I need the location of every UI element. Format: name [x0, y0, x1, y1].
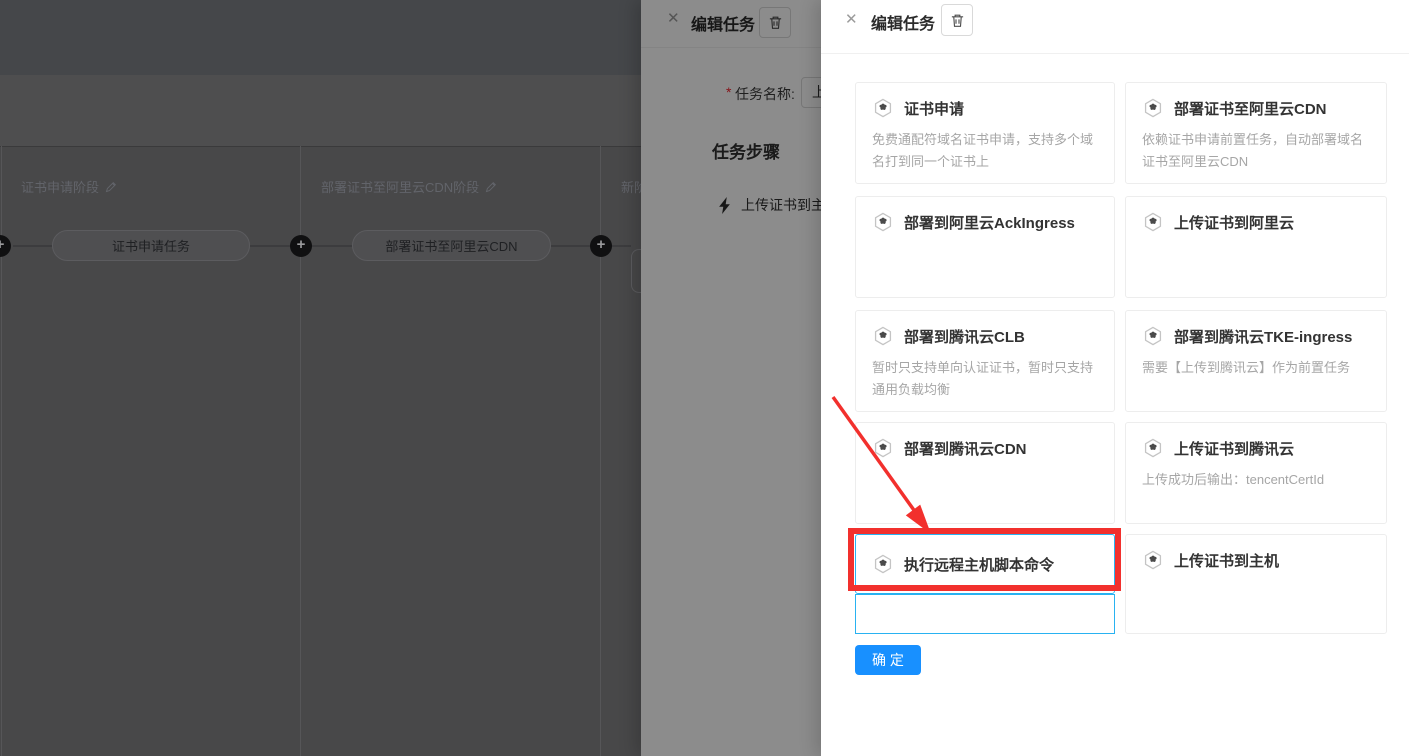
- edit-task-drawer-front: ✕ 编辑任务 证书申请 免费通配符域名证书申请，支持多个域名打到同一个证书上 部…: [821, 0, 1409, 756]
- plugin-card-title: 部署证书至阿里云CDN: [1174, 98, 1327, 119]
- stage-title-3: 新阶段: [621, 177, 641, 196]
- stage-title-text: 部署证书至阿里云CDN阶段: [321, 177, 479, 196]
- plugin-card-title: 上传证书到腾讯云: [1174, 438, 1294, 459]
- plugin-card-title: 证书申请: [904, 98, 964, 119]
- plugin-card-desc: 依赖证书申请前置任务，自动部署域名证书至阿里云CDN: [1142, 129, 1370, 173]
- plugin-card-desc: 暂时只支持单向认证证书，暂时只支持通用负载均衡: [872, 357, 1098, 401]
- plugin-icon: [1142, 437, 1164, 459]
- plugin-card-upload-tencent[interactable]: 上传证书到腾讯云 上传成功后输出：tencentCertId: [1125, 422, 1387, 524]
- task-pill-cert-apply[interactable]: 证书申请任务: [52, 230, 250, 261]
- add-stage-button[interactable]: +: [290, 235, 312, 257]
- plugin-card-desc: 免费通配符域名证书申请，支持多个域名打到同一个证书上: [872, 129, 1098, 173]
- stage-title-1: 证书申请阶段: [21, 177, 117, 196]
- trash-icon: [950, 13, 965, 28]
- plugin-icon: [872, 97, 894, 119]
- plugin-card-title: 上传证书到主机: [1174, 550, 1279, 571]
- plugin-card-title: 部署到腾讯云TKE-ingress: [1174, 326, 1352, 347]
- plugin-card-ack-ingress[interactable]: 部署到阿里云AckIngress: [855, 196, 1115, 298]
- plugin-card-cert-apply[interactable]: 证书申请 免费通配符域名证书申请，支持多个域名打到同一个证书上: [855, 82, 1115, 184]
- edit-pencil-icon[interactable]: [105, 181, 117, 193]
- plugin-card-title: 部署到阿里云AckIngress: [904, 212, 1075, 233]
- drawer2-header: ✕ 编辑任务: [821, 0, 1409, 48]
- plugin-card-upload-host[interactable]: 上传证书到主机: [1125, 534, 1387, 634]
- plugin-card-tencent-cdn[interactable]: 部署到腾讯云CDN: [855, 422, 1115, 524]
- selected-plugin-detail-box: [855, 594, 1115, 634]
- plugin-card-title: 执行远程主机脚本命令: [904, 554, 1054, 575]
- plugin-card-title: 部署到腾讯云CDN: [904, 438, 1027, 459]
- plugin-icon: [872, 325, 894, 347]
- plugin-card-tencent-clb[interactable]: 部署到腾讯云CLB 暂时只支持单向认证证书，暂时只支持通用负载均衡: [855, 310, 1115, 412]
- plugin-card-title: 上传证书到阿里云: [1174, 212, 1294, 233]
- top-header-bar: [0, 0, 641, 75]
- confirm-button[interactable]: 确 定: [855, 645, 921, 675]
- plugin-icon: [1142, 549, 1164, 571]
- plugin-icon: [1142, 211, 1164, 233]
- plugin-card-deploy-ali-cdn[interactable]: 部署证书至阿里云CDN 依赖证书申请前置任务，自动部署域名证书至阿里云CDN: [1125, 82, 1387, 184]
- plugin-icon: [1142, 325, 1164, 347]
- stage-title-text: 新阶段: [621, 177, 641, 196]
- pipeline-page-dimmed: 证书申请阶段 部署证书至阿里云CDN阶段 新阶段 证书申请任务 部署证书至阿里云…: [0, 0, 641, 756]
- task-pill-deploy-cdn[interactable]: 部署证书至阿里云CDN: [352, 230, 551, 261]
- edit-pencil-icon[interactable]: [485, 181, 497, 193]
- plugin-icon: [1142, 97, 1164, 119]
- stage-title-text: 证书申请阶段: [21, 177, 99, 196]
- add-stage-button[interactable]: +: [590, 235, 612, 257]
- plugin-card-upload-ali[interactable]: 上传证书到阿里云: [1125, 196, 1387, 298]
- drawer2-title: 编辑任务: [871, 10, 935, 34]
- plugin-card-tke-ingress[interactable]: 部署到腾讯云TKE-ingress 需要【上传到腾讯云】作为前置任务: [1125, 310, 1387, 412]
- plugin-card-desc: 上传成功后输出：tencentCertId: [1142, 469, 1370, 491]
- plugin-icon: [872, 553, 894, 575]
- header-divider: [821, 53, 1409, 54]
- task-pill-partial[interactable]: [631, 249, 641, 293]
- plugin-icon: [872, 211, 894, 233]
- close-icon[interactable]: ✕: [845, 10, 858, 28]
- delete-task-button[interactable]: [941, 4, 973, 36]
- plugin-card-remote-script-selected[interactable]: 执行远程主机脚本命令: [855, 534, 1115, 594]
- toolbar-band: [0, 75, 641, 146]
- plugin-card-title: 部署到腾讯云CLB: [904, 326, 1025, 347]
- stage-title-2: 部署证书至阿里云CDN阶段: [321, 177, 497, 196]
- plugin-icon: [872, 437, 894, 459]
- app-root: 证书申请阶段 部署证书至阿里云CDN阶段 新阶段 证书申请任务 部署证书至阿里云…: [0, 0, 1409, 756]
- connector-line: [13, 245, 52, 247]
- plugin-card-desc: 需要【上传到腾讯云】作为前置任务: [1142, 357, 1370, 379]
